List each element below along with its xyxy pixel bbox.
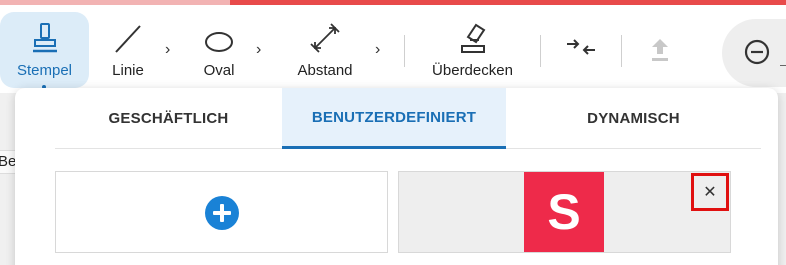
toolbar-divider [540, 35, 541, 67]
tab-geschaeftlich[interactable]: GESCHÄFTLICH [55, 88, 282, 149]
tab-benutzerdefiniert[interactable]: BENUTZERDEFINIERT [282, 88, 506, 149]
stamp-icon [31, 12, 59, 54]
tab-dynamisch[interactable]: DYNAMISCH [506, 88, 761, 149]
tool-label: Oval [203, 62, 235, 79]
add-custom-stamp-card[interactable] [55, 171, 388, 253]
eraser-icon [459, 12, 487, 54]
tool-stempel[interactable]: Stempel [0, 12, 89, 89]
tool-abstand[interactable]: Abstand [290, 12, 360, 88]
tool-oval[interactable]: Oval [194, 12, 244, 88]
oval-icon [203, 12, 235, 54]
line-icon [113, 12, 143, 54]
zoom-value-underline [780, 65, 786, 66]
close-icon: ✕ [703, 184, 717, 201]
toolbar-divider [621, 35, 622, 67]
stamp-panel: GESCHÄFTLICH BENUTZERDEFINIERT DYNAMISCH… [15, 88, 778, 265]
tool-label: Linie [112, 62, 144, 79]
compress-icon[interactable] [566, 37, 596, 62]
distance-icon [309, 12, 341, 54]
custom-stamp-card[interactable]: S ✕ [398, 171, 731, 253]
tool-label: Überdecken [432, 62, 513, 79]
oval-dropdown-chevron-icon[interactable]: › [256, 41, 261, 59]
zoom-out-icon[interactable] [744, 39, 770, 70]
zoom-control [722, 19, 786, 87]
delete-stamp-button[interactable]: ✕ [691, 173, 729, 211]
tool-linie[interactable]: Linie [103, 12, 153, 88]
stamp-letter: S [547, 184, 581, 240]
tool-label: Abstand [297, 62, 353, 79]
toolbar-divider [404, 35, 405, 67]
tool-ueberdecken[interactable]: Überdecken [425, 12, 520, 88]
stamp-category-tabs: GESCHÄFTLICH BENUTZERDEFINIERT DYNAMISCH [55, 88, 761, 149]
stamp-preview[interactable]: S [524, 172, 604, 252]
abstand-dropdown-chevron-icon[interactable]: › [375, 41, 380, 59]
document-partial-text: Be [0, 153, 17, 170]
add-circle-icon[interactable] [205, 196, 239, 230]
toolbar: Stempel Linie › Oval › Abstand › Überdec… [0, 5, 786, 93]
tool-label: Stempel [16, 62, 73, 79]
linie-dropdown-chevron-icon[interactable]: › [165, 41, 170, 59]
upload-icon[interactable] [649, 37, 671, 68]
